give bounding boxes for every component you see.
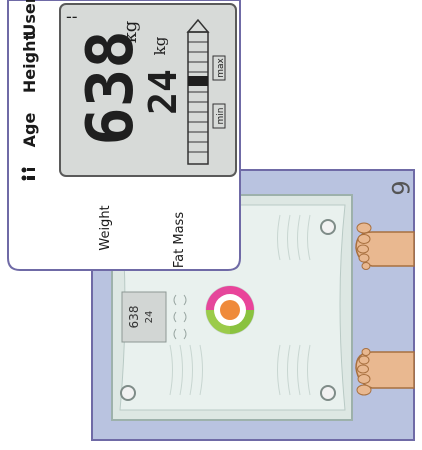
electrode: [320, 385, 336, 401]
label-fat-mass: Fat Mass: [172, 212, 187, 268]
label-user: User: [20, 0, 39, 37]
label-weight: Weight: [98, 205, 113, 250]
electrode: [320, 219, 336, 235]
electrode: [120, 385, 136, 401]
label-age: Age: [20, 113, 39, 148]
lcd-fat-value: 24: [141, 69, 185, 115]
lcd-weight-value: 638: [74, 30, 148, 146]
label-height: Height: [20, 33, 39, 94]
lcd-dash: --: [66, 7, 78, 26]
foot-left: [355, 348, 415, 396]
range-max-label: max: [216, 58, 226, 78]
lcd-weight-unit: kg: [120, 21, 141, 43]
lcd-screen: -- 638 kg 24 kg max min: [59, 3, 237, 177]
range-min-label: min: [216, 108, 226, 125]
mini-weight-value: 638: [127, 306, 141, 329]
lcd-fat-unit: kg: [151, 36, 169, 55]
indicator-ring: [205, 285, 255, 335]
mini-fat-value: 24: [144, 311, 155, 324]
step-number: 6: [386, 180, 414, 195]
illustration: 638 24 6 -- 638 kg 24 kg max min Age Hei…: [7, 0, 415, 441]
range-gauge-level: [188, 76, 208, 86]
range-gauge: [186, 18, 210, 165]
